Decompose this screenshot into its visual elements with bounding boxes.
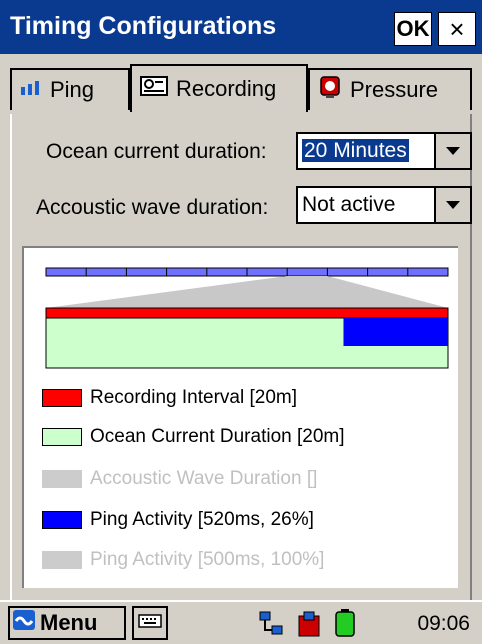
taskbar: Menu 09:06: [0, 600, 482, 644]
tab-pressure[interactable]: Pressure: [308, 68, 472, 110]
legend-label: Ping Activity [500ms, 100%]: [90, 549, 325, 570]
network-icon[interactable]: [258, 610, 286, 643]
battery-icon[interactable]: [334, 608, 356, 643]
legend-label: Accoustic Wave Duration []: [90, 468, 318, 489]
legend-label: Ping Activity [520ms, 26%]: [90, 509, 314, 530]
tab-recording[interactable]: Recording: [130, 64, 308, 112]
ocean-current-select[interactable]: 20 Minutes: [296, 132, 472, 170]
zoom-wedge: [46, 276, 448, 308]
tab-strip: Ping Recording Pressure: [0, 64, 482, 114]
ok-button[interactable]: OK: [394, 12, 432, 46]
ping-activity-bar: [343, 318, 448, 346]
title-bar: Timing Configurations OK ×: [0, 0, 482, 54]
ocean-current-label: Ocean current duration:: [46, 140, 267, 163]
keyboard-icon: [138, 613, 162, 634]
window-title: Timing Configurations: [10, 12, 277, 40]
windows-logo-icon: [12, 609, 36, 637]
tab-recording-label: Recording: [176, 76, 277, 101]
close-button[interactable]: ×: [438, 12, 476, 46]
legend-swatch: [42, 389, 82, 407]
recording-interval-bar: [45, 307, 449, 319]
legend-acoustic-wave: Accoustic Wave Duration []: [42, 467, 317, 491]
acoustic-wave-value: Not active: [302, 193, 396, 216]
sync-icon[interactable]: [296, 610, 322, 643]
keyboard-button[interactable]: [132, 606, 168, 640]
gauge-icon: [318, 75, 342, 105]
legend-swatch: [42, 511, 82, 529]
legend-recording-interval: Recording Interval [20m]: [42, 386, 297, 410]
legend-ocean-current: Ocean Current Duration [20m]: [42, 425, 345, 449]
legend-label: Recording Interval [20m]: [90, 387, 297, 408]
timeline-graphic: [45, 267, 449, 369]
recorder-icon: [140, 75, 168, 103]
chevron-down-icon[interactable]: [434, 188, 470, 222]
tab-pressure-label: Pressure: [350, 77, 439, 102]
acoustic-wave-label: Accoustic wave duration:: [36, 196, 269, 219]
chevron-down-icon[interactable]: [434, 134, 470, 168]
tab-ping-label: Ping: [50, 77, 95, 102]
legend-swatch: [42, 551, 82, 569]
legend-ping-activity: Ping Activity [520ms, 26%]: [42, 508, 314, 532]
legend-swatch: [42, 428, 82, 446]
acoustic-wave-select[interactable]: Not active: [296, 186, 472, 224]
legend-label: Ocean Current Duration [20m]: [90, 426, 345, 447]
timing-chart: Recording Interval [20m] Ocean Current D…: [22, 246, 458, 588]
bars-icon: [20, 77, 42, 103]
legend-ping-activity-full: Ping Activity [500ms, 100%]: [42, 548, 324, 572]
ocean-current-value: 20 Minutes: [301, 138, 410, 163]
clock[interactable]: 09:06: [417, 612, 470, 636]
menu-label: Menu: [40, 610, 98, 635]
tab-ping[interactable]: Ping: [10, 68, 130, 110]
legend-swatch: [42, 470, 82, 488]
start-menu-button[interactable]: Menu: [8, 606, 126, 640]
